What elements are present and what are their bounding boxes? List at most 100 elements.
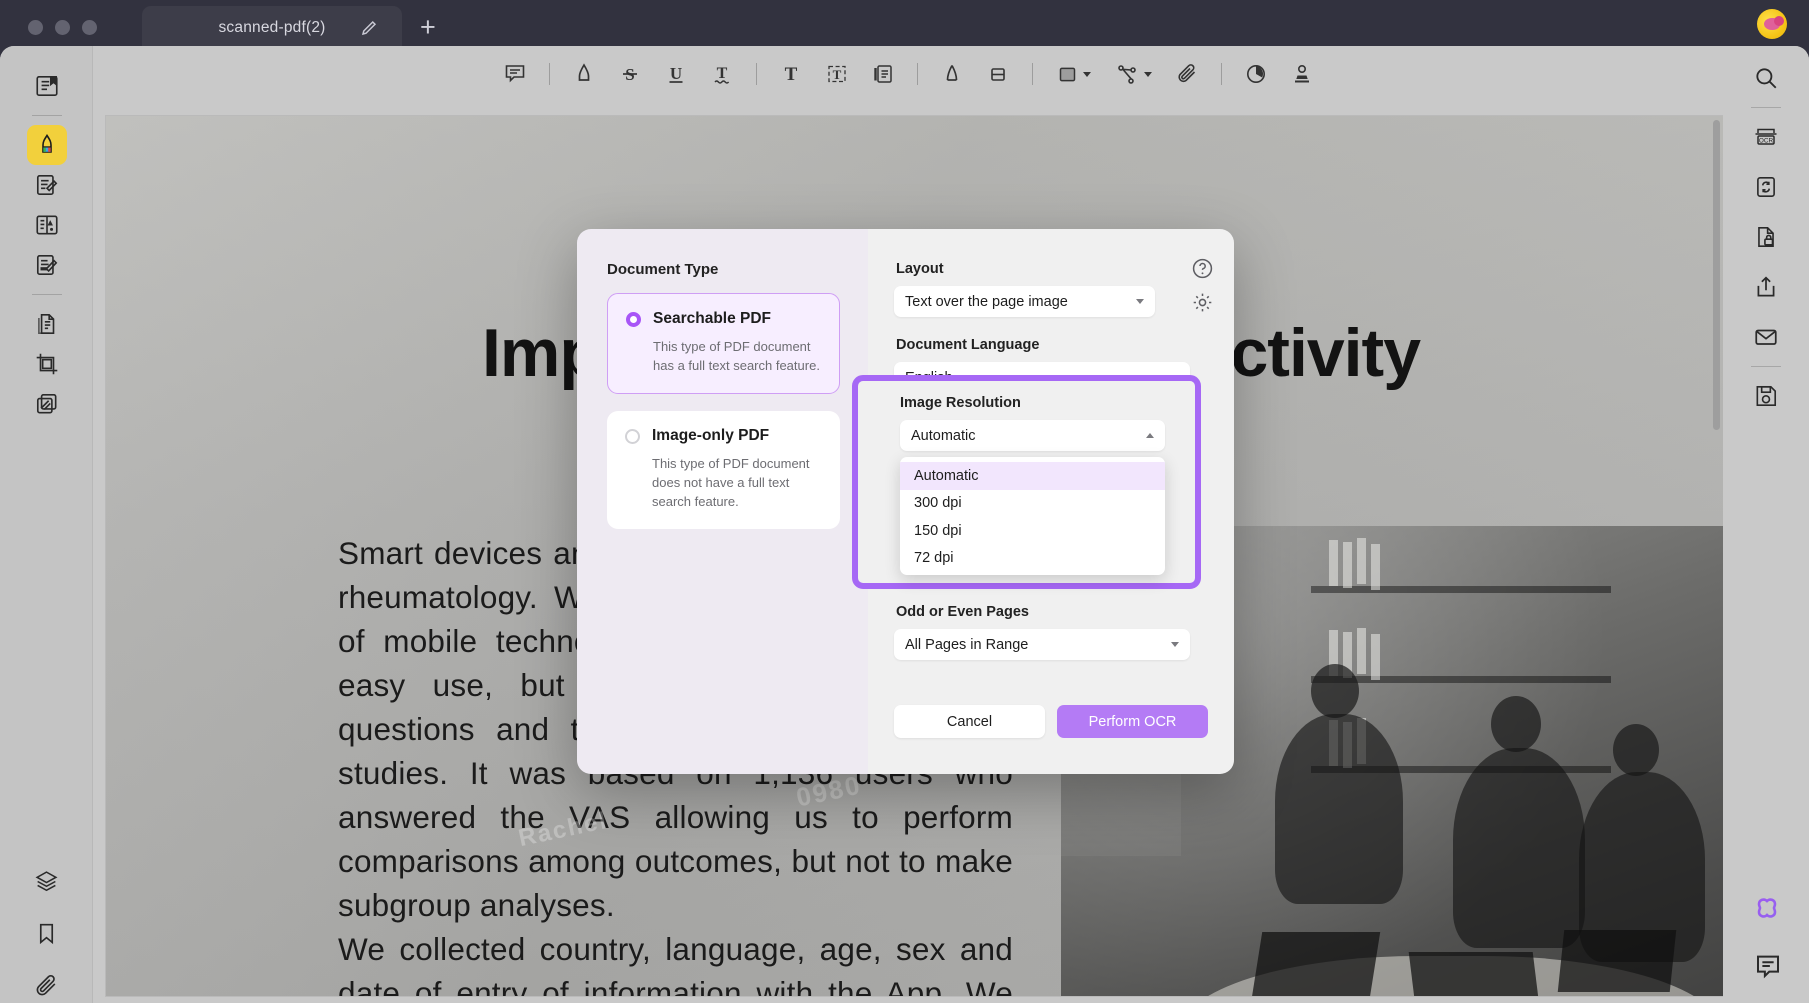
tool-signature-stamp[interactable] [1279,54,1325,94]
vertical-scrollbar[interactable] [1713,120,1720,430]
dropdown-option-150dpi[interactable]: 150 dpi [900,517,1165,545]
sidebar-item-bookmarks[interactable] [27,913,67,953]
document-type-panel: Document Type Searchable PDF This type o… [577,229,868,774]
toolbar-divider-5 [1220,63,1222,85]
tool-squiggly-underline[interactable]: T [699,54,745,94]
dropdown-option-72dpi[interactable]: 72 dpi [900,545,1165,573]
sidebar-divider-1 [31,115,62,116]
ocr-button[interactable]: OCR [1746,117,1786,157]
svg-text:U: U [669,64,681,83]
image-resolution-select[interactable]: Automatic [900,420,1165,451]
layout-value: Text over the page image [905,293,1068,310]
tool-color-stamp[interactable] [1233,54,1279,94]
odd-or-even-select[interactable]: All Pages in Range [894,629,1190,660]
ai-sparkle-icon[interactable] [1750,894,1784,928]
left-sidebar [0,46,93,1003]
image-resolution-value: Automatic [911,427,976,444]
tool-sticky-note[interactable] [860,54,906,94]
sidebar-item-edit-text[interactable] [27,245,67,285]
sidebar-item-organize-pages[interactable] [27,304,67,344]
sidebar-item-compare-pages[interactable] [27,384,67,424]
odd-or-even-value: All Pages in Range [905,636,1029,653]
minimize-window-button[interactable] [55,20,70,35]
ocr-settings-dialog: Document Type Searchable PDF This type o… [577,229,1234,774]
option-searchable-pdf[interactable]: Searchable PDF This type of PDF document… [607,293,840,394]
tool-eraser[interactable] [975,54,1021,94]
layout-label: Layout [896,261,944,277]
sidebar-item-attachments[interactable] [27,965,67,1003]
image-resolution-highlight: Image Resolution Automatic Automatic 300… [852,375,1201,589]
sidebar-item-layers[interactable] [27,861,67,901]
toolbar-divider-3 [916,63,918,85]
document-language-label: Document Language [896,337,1040,353]
annotation-toolbar: S U T T T [93,46,1723,102]
avatar[interactable] [1757,9,1787,39]
option-image-only-pdf[interactable]: Image-only PDF This type of PDF document… [607,411,840,529]
dropdown-option-automatic[interactable]: Automatic [900,462,1165,490]
chat-bubble-icon[interactable] [1753,951,1783,981]
tool-text-box[interactable]: T [814,54,860,94]
measure-dropdown-caret[interactable] [1144,71,1152,77]
application-window: scanned-pdf(2) + Improve Working Product… [0,0,1809,1003]
protect-document-button[interactable] [1746,217,1786,257]
maximize-window-button[interactable] [82,20,97,35]
tool-measure[interactable] [1104,54,1164,94]
svg-text:T: T [832,67,841,82]
dialog-button-row: Cancel Perform OCR [894,705,1208,738]
share-button[interactable] [1746,267,1786,307]
right-sidebar: OCR [1723,46,1809,1003]
layout-select[interactable]: Text over the page image [894,286,1155,317]
help-circle-icon[interactable] [1191,257,1214,280]
shapes-dropdown-caret[interactable] [1082,71,1091,77]
image-resolution-caret-icon[interactable] [1146,433,1154,438]
right-divider-1 [1751,107,1781,108]
new-tab-button[interactable]: + [420,14,436,41]
cancel-button[interactable]: Cancel [894,705,1045,738]
window-controls[interactable] [28,20,97,35]
rename-tab-icon[interactable] [360,19,378,37]
tool-underline[interactable]: U [653,54,699,94]
sidebar-item-highlighter[interactable] [26,125,67,165]
image-only-pdf-title: Image-only PDF [652,427,770,444]
perform-ocr-button[interactable]: Perform OCR [1057,705,1208,738]
image-only-pdf-radio[interactable] [625,428,640,444]
tool-strikethrough[interactable]: S [607,54,653,94]
search-button[interactable] [1746,58,1786,98]
tab-title: scanned-pdf(2) [218,18,326,36]
image-resolution-dropdown[interactable]: Automatic 300 dpi 150 dpi 72 dpi [900,457,1165,575]
odd-or-even-label: Odd or Even Pages [896,604,1029,620]
svg-text:T: T [784,64,797,85]
layout-caret-icon[interactable] [1136,299,1144,304]
close-window-button[interactable] [28,20,43,35]
ocr-label: OCR [1759,138,1774,145]
sidebar-item-crop-page[interactable] [27,344,67,384]
convert-button[interactable] [1746,167,1786,207]
svg-text:T: T [716,65,727,82]
odd-even-caret-icon[interactable] [1171,642,1179,647]
tool-add-text[interactable]: T [768,54,814,94]
tool-shapes[interactable] [1044,54,1104,94]
toolbar-divider-1 [548,63,550,85]
sidebar-divider-2 [31,294,62,295]
document-paragraph-2: We collected country, language, age, sex… [338,931,1013,996]
tool-highlight[interactable] [561,54,607,94]
save-button[interactable] [1746,376,1786,416]
tool-attachment[interactable] [1164,54,1210,94]
right-divider-2 [1751,366,1781,367]
searchable-pdf-radio[interactable] [626,311,641,327]
document-tab[interactable]: scanned-pdf(2) [142,5,402,50]
gear-icon[interactable] [1191,291,1214,314]
searchable-pdf-description: This type of PDF document has a full tex… [653,339,820,373]
toolbar-divider-4 [1031,63,1033,85]
email-button[interactable] [1746,317,1786,357]
dropdown-option-300dpi[interactable]: 300 dpi [900,490,1165,518]
sidebar-item-read-aloud[interactable] [27,205,67,245]
toolbar-divider-2 [755,63,757,85]
tool-comment[interactable] [492,54,538,94]
sidebar-item-reader-view[interactable] [27,66,67,106]
ocr-options-panel: Layout Text over the page image Document… [852,229,1234,774]
document-type-label: Document Type [607,261,719,278]
image-resolution-label: Image Resolution [900,395,1021,411]
tool-pencil[interactable] [929,54,975,94]
sidebar-item-annotate[interactable] [27,165,67,205]
